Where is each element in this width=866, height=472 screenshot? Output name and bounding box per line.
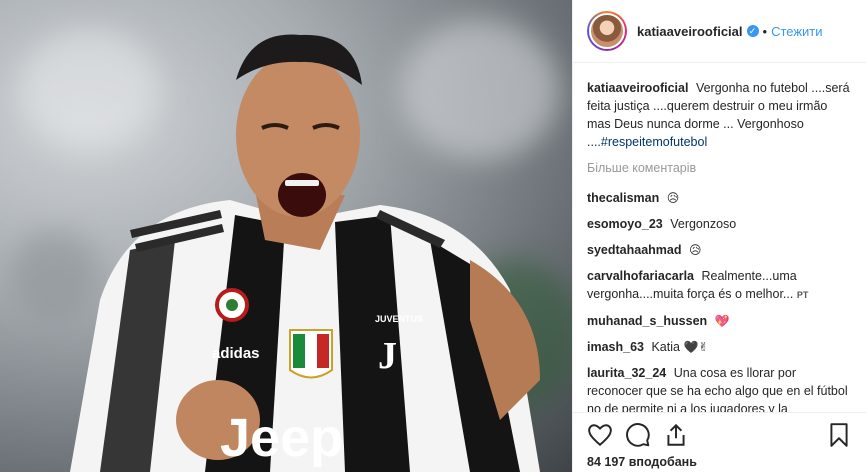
post-photo[interactable]: adidas JUVENTUS J Jeep	[0, 0, 572, 472]
comment-username[interactable]: thecalisman	[587, 191, 659, 205]
club-name: JUVENTUS	[375, 314, 423, 324]
comment-username[interactable]: muhanad_s_hussen	[587, 314, 707, 328]
comment-item: syedtahaahmad 😥	[587, 241, 850, 259]
comment-item: laurita_32_24 Una cosa es llorar por rec…	[587, 364, 850, 412]
sponsor-logo: Jeep	[220, 408, 343, 468]
heart-icon[interactable]	[587, 422, 613, 448]
caption-username[interactable]: katiaaveirooficial	[587, 81, 688, 95]
follow-button[interactable]: Стежити	[771, 24, 822, 39]
avatar[interactable]	[587, 11, 627, 51]
comment-text: Vergonzoso	[670, 217, 737, 231]
comment-emoji: 🖤✌	[683, 340, 709, 354]
header-username[interactable]: katiaaveirooficial	[637, 24, 743, 39]
player-illustration: adidas JUVENTUS J Jeep	[70, 34, 540, 472]
post-header: katiaaveirooficial ✓ • Стежити	[573, 0, 866, 63]
comment-item: imash_63 Katia 🖤✌	[587, 338, 850, 356]
comment-emoji: 😥	[666, 191, 680, 205]
comment-emoji: 💖	[714, 314, 730, 328]
comment-item: thecalisman 😥	[587, 189, 850, 207]
comment-username[interactable]: esomoyo_23	[587, 217, 663, 231]
comment-item: muhanad_s_hussen 💖	[587, 312, 850, 330]
comment-username[interactable]: imash_63	[587, 340, 644, 354]
comment-username[interactable]: laurita_32_24	[587, 366, 666, 380]
post-caption: katiaaveirooficial Vergonha no futebol .…	[587, 79, 850, 151]
comment-username[interactable]: syedtahaahmad	[587, 243, 681, 257]
adidas-logo: adidas	[212, 345, 260, 362]
share-icon[interactable]	[663, 422, 689, 448]
bookmark-icon[interactable]	[826, 422, 852, 448]
likes-count[interactable]: 84 197 вподобань	[587, 455, 852, 469]
comment-item: esomoyo_23 Vergonzoso	[587, 215, 850, 233]
header-separator: •	[762, 23, 768, 39]
caption-hashtag[interactable]: #respeitemofutebol	[601, 135, 707, 149]
post-side-panel: katiaaveirooficial ✓ • Стежити katiaavei…	[572, 0, 866, 472]
comment-item: carvalhofariacarla Realmente...uma vergo…	[587, 267, 850, 304]
comments-section[interactable]: katiaaveirooficial Vergonha no futebol .…	[573, 63, 866, 412]
comment-username[interactable]: carvalhofariacarla	[587, 269, 694, 283]
post-actions: 84 197 вподобань	[573, 412, 866, 472]
country-flag: PT	[796, 290, 809, 300]
comment-text: Katia	[651, 340, 680, 354]
action-icons-row	[587, 421, 852, 449]
comment-icon[interactable]	[625, 422, 651, 448]
instagram-post: adidas JUVENTUS J Jeep katiaaveirooficia…	[0, 0, 866, 472]
load-more-comments-button[interactable]: Більше коментарів	[587, 159, 850, 177]
comment-emoji: 😥	[688, 243, 702, 257]
verified-badge-icon: ✓	[746, 25, 759, 37]
svg-text:J: J	[378, 335, 397, 377]
